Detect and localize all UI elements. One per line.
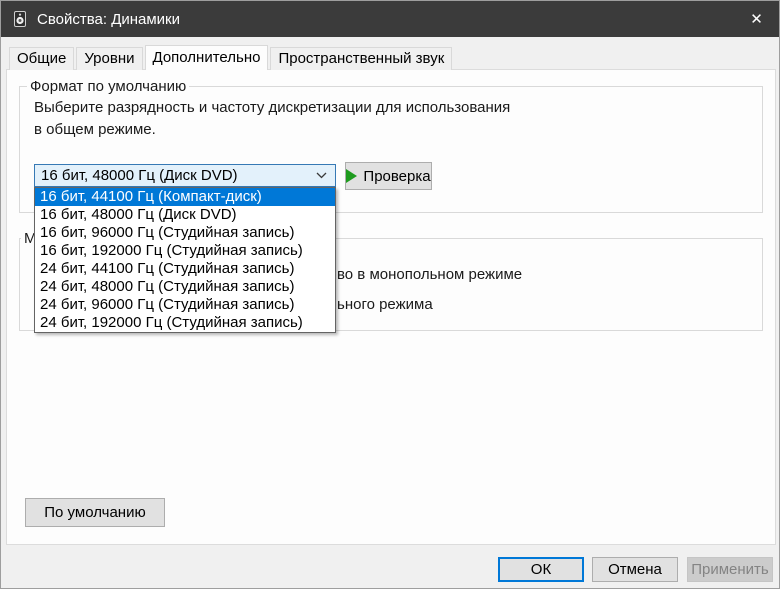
dropdown-item[interactable]: 24 бит, 96000 Гц (Студийная запись) [35, 296, 335, 314]
format-description-line1: Выберите разрядность и частоту дискретиз… [34, 99, 510, 116]
cancel-label: Отмена [608, 561, 662, 578]
restore-defaults-label: По умолчанию [44, 504, 145, 521]
exclusive-checkbox-text-fragment-1: во в монопольном режиме [337, 266, 522, 283]
restore-defaults-button[interactable]: По умолчанию [25, 498, 165, 527]
tab-strip: Общие Уровни Дополнительно Пространствен… [9, 45, 454, 70]
dropdown-item[interactable]: 16 бит, 192000 Гц (Студийная запись) [35, 242, 335, 260]
speaker-icon [11, 10, 29, 28]
groupbox-default-format-label: Формат по умолчанию [27, 78, 189, 95]
dropdown-item[interactable]: 16 бит, 48000 Гц (Диск DVD) [35, 206, 335, 224]
tab-general[interactable]: Общие [9, 47, 74, 70]
tab-levels[interactable]: Уровни [76, 47, 142, 70]
close-glyph: ✕ [750, 10, 763, 28]
play-icon [346, 169, 357, 183]
dropdown-item[interactable]: 24 бит, 44100 Гц (Студийная запись) [35, 260, 335, 278]
close-icon[interactable]: ✕ [734, 1, 779, 37]
tab-advanced[interactable]: Дополнительно [145, 45, 269, 70]
cancel-button[interactable]: Отмена [592, 557, 678, 582]
titlebar: Свойства: Динамики ✕ [1, 1, 779, 37]
chevron-down-icon [316, 172, 327, 179]
properties-dialog: Свойства: Динамики ✕ Общие Уровни Дополн… [0, 0, 780, 589]
dropdown-item[interactable]: 24 бит, 48000 Гц (Студийная запись) [35, 278, 335, 296]
dropdown-item[interactable]: 16 бит, 44100 Гц (Компакт-диск) [35, 188, 335, 206]
dropdown-item[interactable]: 24 бит, 192000 Гц (Студийная запись) [35, 314, 335, 332]
test-button[interactable]: Проверка [345, 162, 432, 190]
test-button-label: Проверка [363, 168, 430, 185]
format-description-line2: в общем режиме. [34, 121, 156, 138]
format-combobox-value: 16 бит, 48000 Гц (Диск DVD) [35, 167, 238, 184]
ok-label: ОК [531, 561, 551, 578]
tab-spatial-sound[interactable]: Пространственный звук [270, 47, 452, 70]
apply-button: Применить [687, 557, 773, 582]
dropdown-item[interactable]: 16 бит, 96000 Гц (Студийная запись) [35, 224, 335, 242]
apply-label: Применить [691, 561, 769, 578]
format-dropdown-list: 16 бит, 44100 Гц (Компакт-диск) 16 бит, … [34, 187, 336, 333]
ok-button[interactable]: ОК [498, 557, 584, 582]
format-combobox[interactable]: 16 бит, 48000 Гц (Диск DVD) [34, 164, 336, 187]
exclusive-checkbox-text-fragment-2: ьного режима [337, 296, 433, 313]
window-title: Свойства: Динамики [37, 11, 180, 28]
